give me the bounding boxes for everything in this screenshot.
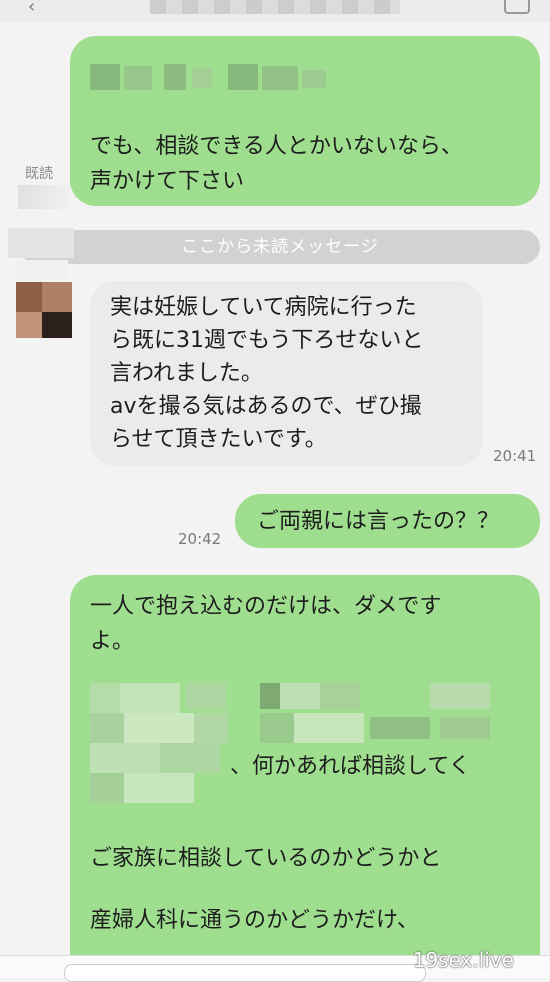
blurred-chat-title <box>150 0 400 14</box>
outgoing-message-2[interactable]: ご両親には言ったの？？ <box>235 494 540 548</box>
unread-divider: ここから未読メッセージ <box>20 230 540 264</box>
message-line: 実は妊娠していて病院に行った <box>110 295 417 320</box>
message-line: 産婦人科に通うのかどうかだけ、 <box>90 908 419 933</box>
read-receipt-label: 既読 <box>25 166 53 182</box>
blurred-timestamp <box>18 185 70 209</box>
message-line: らせて頂きたいです。 <box>110 427 327 452</box>
reply-timestamp: 20:42 <box>178 530 222 548</box>
outgoing-message-3[interactable]: 一人で抱え込むのだけは、ダメです よ。 、何かあれば相談してく ご家族に相談して… <box>70 575 540 975</box>
message-line: 言われました。 <box>110 361 263 386</box>
unread-divider-label: ここから未読メッセージ <box>181 237 379 257</box>
incoming-timestamp: 20:41 <box>493 447 537 465</box>
message-line: ご両親には言ったの？？ <box>257 509 500 534</box>
pixelated-text <box>90 64 350 92</box>
incoming-message[interactable]: 実は妊娠していて病院に行った ら既に31週でもう下ろせないと 言われました。 a… <box>90 281 483 466</box>
message-line: でも、相談できる人とかいないなら、 <box>90 134 463 159</box>
watermark-text: 19sex.live <box>412 948 514 972</box>
chat-header: ‹ <box>0 0 550 22</box>
outgoing-message-1[interactable]: でも、相談できる人とかいないなら、 声かけて下さい <box>70 36 540 206</box>
message-line: ら既に31週でもう下ろせないと <box>110 328 424 353</box>
message-line: 一人で抱え込むのだけは、ダメです <box>90 594 442 619</box>
message-line: 、何かあれば相談してく <box>230 754 471 779</box>
menu-icon[interactable] <box>504 0 530 14</box>
message-line: 声かけて下さい <box>90 169 245 194</box>
message-line: ご家族に相談しているのかどうかと <box>90 846 442 871</box>
message-input[interactable] <box>64 964 426 982</box>
avatar[interactable] <box>8 228 74 343</box>
message-line: よ。 <box>90 629 135 654</box>
chevron-left-icon[interactable]: ‹ <box>28 0 35 17</box>
pixelated-text <box>90 683 500 813</box>
message-line: avを撮る気はあるので、ぜひ撮 <box>110 394 422 419</box>
